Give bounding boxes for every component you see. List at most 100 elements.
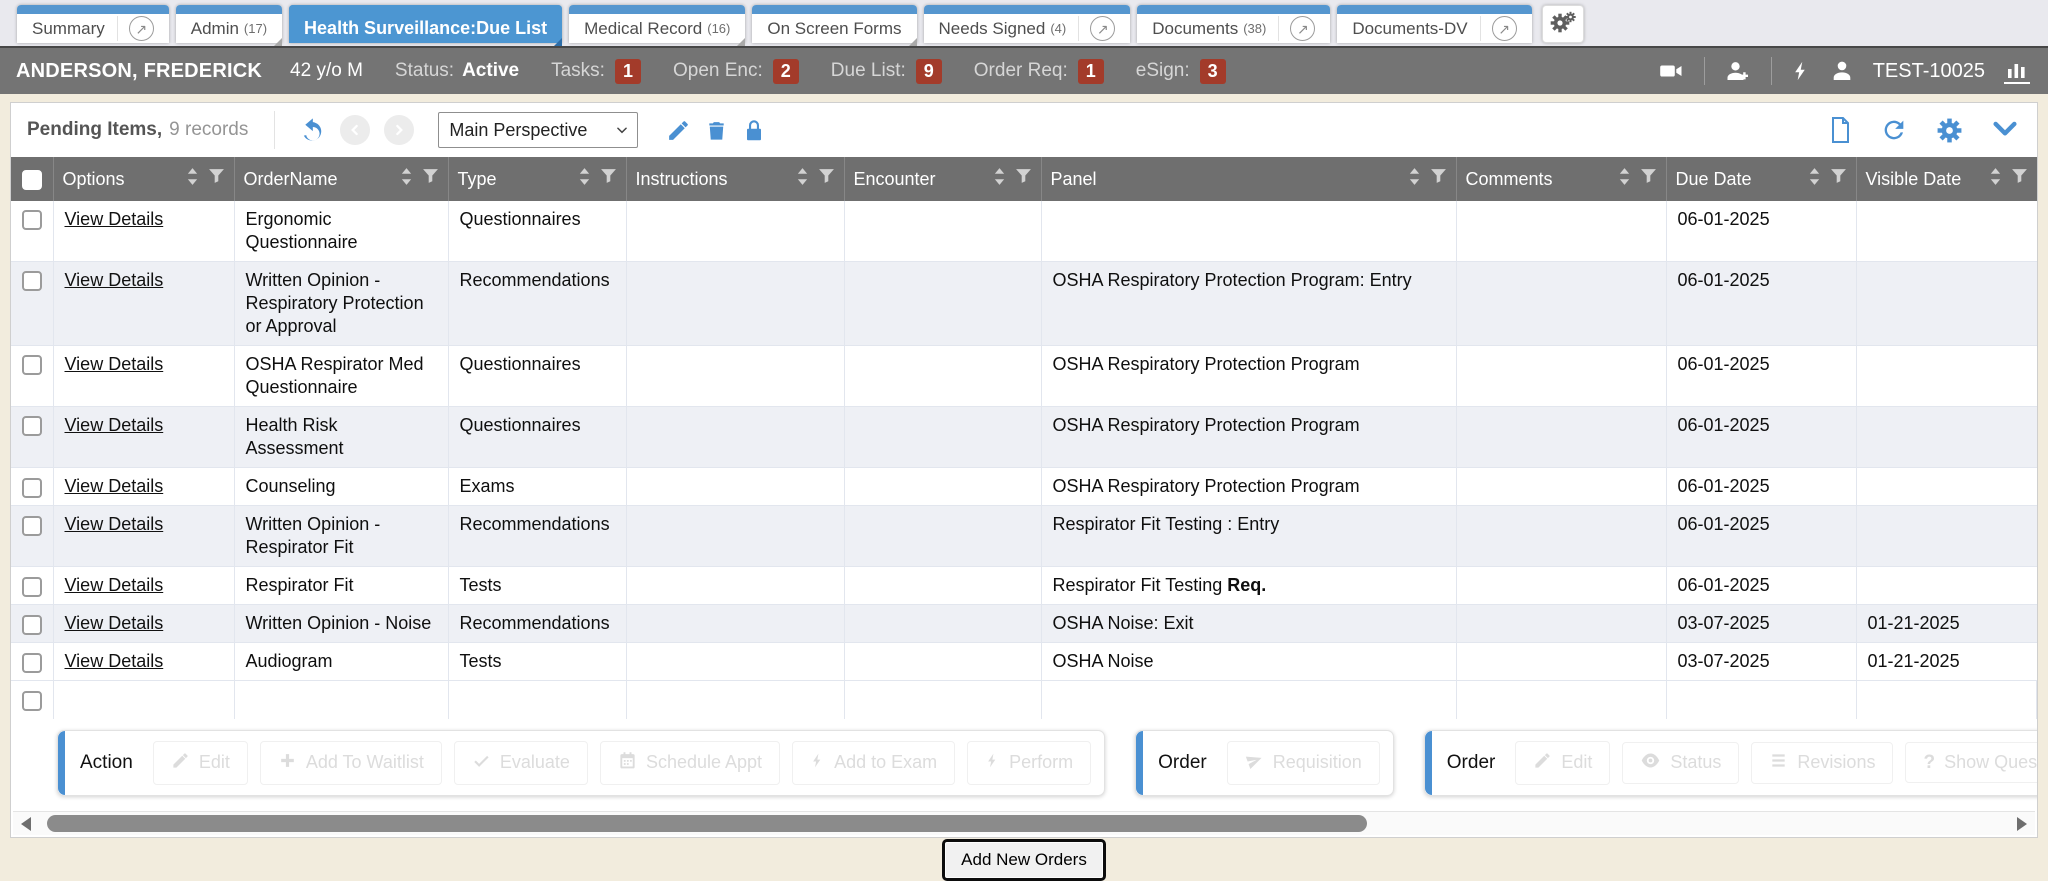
tab-on-screen-forms[interactable]: On Screen Forms xyxy=(752,5,916,43)
refresh-icon[interactable] xyxy=(1880,116,1908,144)
filter-icon[interactable] xyxy=(1640,168,1657,190)
scroll-right-arrow[interactable] xyxy=(2017,817,2027,831)
document-icon[interactable] xyxy=(1828,116,1852,144)
external-link-icon[interactable]: ↗ xyxy=(1278,16,1315,41)
edit-button[interactable]: Edit xyxy=(153,741,248,785)
row-checkbox[interactable] xyxy=(22,478,42,498)
column-header-panel[interactable]: Panel xyxy=(1041,157,1456,201)
view-details-link[interactable]: View Details xyxy=(65,613,164,633)
filter-icon[interactable] xyxy=(1830,168,1847,190)
view-details-link[interactable]: View Details xyxy=(65,476,164,496)
gear-icon[interactable] xyxy=(1936,117,1963,144)
tab-admin[interactable]: Admin(17) xyxy=(176,5,282,43)
external-link-icon[interactable]: ↗ xyxy=(117,16,154,41)
tab-summary[interactable]: Summary↗ xyxy=(17,5,169,43)
column-header-encounter[interactable]: Encounter xyxy=(844,157,1041,201)
perspective-select[interactable]: Main Perspective xyxy=(438,112,638,148)
view-details-link[interactable]: View Details xyxy=(65,514,164,534)
column-header-ordername[interactable]: OrderName xyxy=(234,157,448,201)
lightning-icon[interactable] xyxy=(1791,58,1811,84)
person-add-icon[interactable] xyxy=(1724,59,1752,83)
schedule-appt-button[interactable]: Schedule Appt xyxy=(600,741,780,785)
sort-icon[interactable] xyxy=(1989,167,2002,191)
tab-medical-record[interactable]: Medical Record(16) xyxy=(569,5,745,43)
divider xyxy=(1771,57,1772,85)
row-checkbox[interactable] xyxy=(22,577,42,597)
chevron-left-icon[interactable] xyxy=(340,115,370,145)
row-checkbox[interactable] xyxy=(22,615,42,635)
column-header-due-date[interactable]: Due Date xyxy=(1666,157,1856,201)
scroll-left-arrow[interactable] xyxy=(21,817,31,831)
column-header-type[interactable]: Type xyxy=(448,157,626,201)
sort-icon[interactable] xyxy=(993,167,1006,191)
filter-icon[interactable] xyxy=(818,168,835,190)
counter-badge[interactable]: 1 xyxy=(1078,59,1104,84)
sort-icon[interactable] xyxy=(1618,167,1631,191)
view-details-link[interactable]: View Details xyxy=(65,415,164,435)
add-to-exam-button[interactable]: Add to Exam xyxy=(792,741,955,785)
filter-icon[interactable] xyxy=(208,168,225,190)
select-all-checkbox[interactable] xyxy=(22,170,42,190)
row-checkbox[interactable] xyxy=(22,416,42,436)
cell-encounter xyxy=(844,262,1041,346)
sort-icon[interactable] xyxy=(400,167,413,191)
perform-button[interactable]: Perform xyxy=(967,741,1091,785)
chevron-down-icon[interactable] xyxy=(1991,119,2019,141)
edit-button[interactable]: Edit xyxy=(1515,741,1610,785)
sort-icon[interactable] xyxy=(1408,167,1421,191)
sort-icon[interactable] xyxy=(186,167,199,191)
column-header-visible-date[interactable]: Visible Date xyxy=(1856,157,2037,201)
table-header-row: OptionsOrderNameTypeInstructionsEncounte… xyxy=(11,157,2037,201)
bar-chart-icon[interactable] xyxy=(2004,59,2030,84)
row-checkbox[interactable] xyxy=(22,691,42,711)
trash-icon[interactable] xyxy=(705,118,728,143)
sort-icon[interactable] xyxy=(1808,167,1821,191)
filter-icon[interactable] xyxy=(2011,168,2028,190)
requisition-button[interactable]: Requisition xyxy=(1227,741,1380,785)
tab-health-surveillance-due-list[interactable]: Health Surveillance:Due List xyxy=(289,5,562,43)
undo-icon[interactable] xyxy=(299,117,326,144)
external-link-icon[interactable]: ↗ xyxy=(1078,16,1115,41)
pencil-icon[interactable] xyxy=(666,118,691,143)
status-button[interactable]: Status xyxy=(1622,742,1739,784)
cell-visible-date xyxy=(1856,407,2037,468)
add-to-waitlist-button[interactable]: Add To Waitlist xyxy=(260,741,442,785)
sort-icon[interactable] xyxy=(578,167,591,191)
counter-badge[interactable]: 1 xyxy=(615,59,641,84)
row-checkbox[interactable] xyxy=(22,355,42,375)
chevron-right-icon[interactable] xyxy=(384,115,414,145)
counter-badge[interactable]: 2 xyxy=(773,59,799,84)
external-link-icon[interactable]: ↗ xyxy=(1480,16,1517,41)
view-details-link[interactable]: View Details xyxy=(65,270,164,290)
sort-icon[interactable] xyxy=(796,167,809,191)
row-checkbox[interactable] xyxy=(22,653,42,673)
filter-icon[interactable] xyxy=(1015,168,1032,190)
view-details-link[interactable]: View Details xyxy=(65,209,164,229)
filter-icon[interactable] xyxy=(1430,168,1447,190)
lock-icon[interactable] xyxy=(742,118,766,143)
column-header-comments[interactable]: Comments xyxy=(1456,157,1666,201)
counter-badge[interactable]: 3 xyxy=(1200,59,1226,84)
tab-documents[interactable]: Documents(38)↗ xyxy=(1137,5,1330,43)
video-camera-icon[interactable] xyxy=(1657,59,1685,83)
filter-icon[interactable] xyxy=(600,168,617,190)
view-details-link[interactable]: View Details xyxy=(65,651,164,671)
tab-settings-button[interactable] xyxy=(1542,5,1584,43)
row-checkbox[interactable] xyxy=(22,210,42,230)
row-checkbox[interactable] xyxy=(22,516,42,536)
show-question-button[interactable]: ?Show Question xyxy=(1905,742,2037,783)
view-details-link[interactable]: View Details xyxy=(65,354,164,374)
view-details-link[interactable]: View Details xyxy=(65,575,164,595)
scrollbar-thumb[interactable] xyxy=(47,815,1367,832)
filter-icon[interactable] xyxy=(422,168,439,190)
cell-panel: Respirator Fit Testing : Entry xyxy=(1041,506,1456,567)
column-header-instructions[interactable]: Instructions xyxy=(626,157,844,201)
tab-documents-dv[interactable]: Documents-DV↗ xyxy=(1337,5,1531,43)
counter-badge[interactable]: 9 xyxy=(916,59,942,84)
add-new-orders-button[interactable]: Add New Orders xyxy=(945,842,1103,878)
evaluate-button[interactable]: Evaluate xyxy=(454,741,588,785)
revisions-button[interactable]: Revisions xyxy=(1751,742,1893,784)
row-checkbox[interactable] xyxy=(22,271,42,291)
column-header-options[interactable]: Options xyxy=(53,157,234,201)
tab-needs-signed[interactable]: Needs Signed(4)↗ xyxy=(924,5,1131,43)
